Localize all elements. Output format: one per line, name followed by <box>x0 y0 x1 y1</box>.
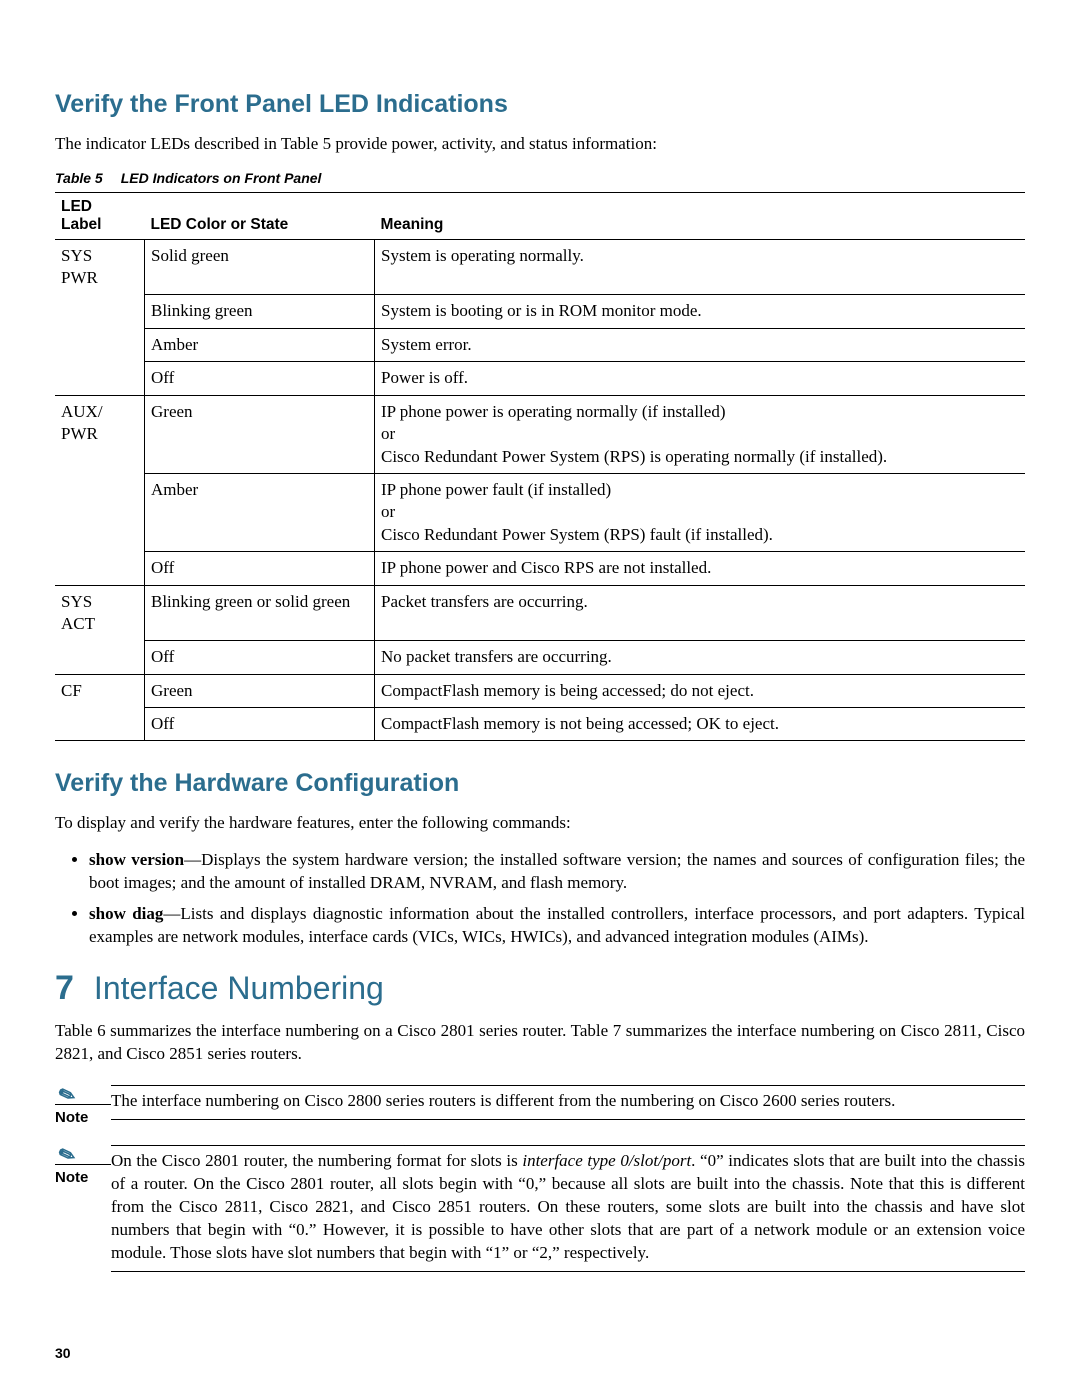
note-label-1: ✎ Note <box>55 1080 111 1126</box>
pencil-icon: ✎ <box>56 1130 115 1168</box>
section-number: 7 <box>55 969 74 1007</box>
table-row: OffPower is off. <box>55 362 1025 395</box>
table-row: AmberIP phone power fault (if installed)… <box>55 473 1025 551</box>
cell-led-state: Green <box>145 674 375 707</box>
table-row: SYSPWRSolid greenSystem is operating nor… <box>55 239 1025 294</box>
cell-led-meaning: IP phone power is operating normally (if… <box>375 395 1026 473</box>
table-row: OffIP phone power and Cisco RPS are not … <box>55 552 1025 585</box>
cell-led-label: SYSACT <box>55 585 145 640</box>
cell-led-meaning: CompactFlash memory is not being accesse… <box>375 707 1026 740</box>
cell-led-state: Amber <box>145 473 375 551</box>
commands-list: show version—Displays the system hardwar… <box>55 849 1025 949</box>
cell-led-meaning: System is booting or is in ROM monitor m… <box>375 295 1026 328</box>
note-block-2: ✎ Note On the Cisco 2801 router, the num… <box>55 1140 1025 1276</box>
th-led-label: LED Label <box>55 192 145 239</box>
cell-led-label <box>55 328 145 361</box>
table-row: OffCompactFlash memory is not being acce… <box>55 707 1025 740</box>
cell-led-label <box>55 641 145 674</box>
note-body-1: The interface numbering on Cisco 2800 se… <box>111 1080 1025 1124</box>
cell-led-label: AUX/PWR <box>55 395 145 473</box>
th-led-state: LED Color or State <box>145 192 375 239</box>
cell-led-state: Solid green <box>145 239 375 294</box>
table-row: AUX/PWRGreenIP phone power is operating … <box>55 395 1025 473</box>
cell-led-label: SYSPWR <box>55 239 145 294</box>
cell-led-meaning: System is operating normally. <box>375 239 1026 294</box>
note-label-2: ✎ Note <box>55 1140 111 1186</box>
table-row: CFGreenCompactFlash memory is being acce… <box>55 674 1025 707</box>
table5-caption-label: Table 5 <box>55 170 103 186</box>
heading-section-7: 7 Interface Numbering <box>55 969 1025 1008</box>
cell-led-state: Off <box>145 641 375 674</box>
cell-led-state: Green <box>145 395 375 473</box>
table5-caption: Table 5 LED Indicators on Front Panel <box>55 170 1025 186</box>
para-hwcfg-intro: To display and verify the hardware featu… <box>55 812 1025 835</box>
list-item: show version—Displays the system hardwar… <box>89 849 1025 895</box>
pencil-icon: ✎ <box>56 1070 115 1108</box>
note-block-1: ✎ Note The interface numbering on Cisco … <box>55 1080 1025 1126</box>
cell-led-state: Off <box>145 707 375 740</box>
heading-verify-hw: Verify the Hardware Configuration <box>55 769 1025 798</box>
cell-led-meaning: Packet transfers are occurring. <box>375 585 1026 640</box>
para-led-intro: The indicator LEDs described in Table 5 … <box>55 133 1025 156</box>
cell-led-label <box>55 707 145 740</box>
cell-led-state: Amber <box>145 328 375 361</box>
heading-verify-leds: Verify the Front Panel LED Indications <box>55 90 1025 119</box>
cell-led-label <box>55 473 145 551</box>
para-ifnum-intro: Table 6 summarizes the interface numberi… <box>55 1020 1025 1066</box>
table-row: OffNo packet transfers are occurring. <box>55 641 1025 674</box>
cell-led-meaning: No packet transfers are occurring. <box>375 641 1026 674</box>
cell-led-state: Off <box>145 552 375 585</box>
cell-led-meaning: IP phone power and Cisco RPS are not ins… <box>375 552 1026 585</box>
cell-led-label <box>55 362 145 395</box>
cell-led-meaning: IP phone power fault (if installed)orCis… <box>375 473 1026 551</box>
cell-led-state: Blinking green or solid green <box>145 585 375 640</box>
section-title: Interface Numbering <box>94 970 384 1006</box>
table-row: AmberSystem error. <box>55 328 1025 361</box>
cell-led-label <box>55 295 145 328</box>
th-led-meaning: Meaning <box>375 192 1026 239</box>
table5-caption-title: LED Indicators on Front Panel <box>121 170 322 186</box>
note-body-2: On the Cisco 2801 router, the numbering … <box>111 1140 1025 1276</box>
table-row: Blinking greenSystem is booting or is in… <box>55 295 1025 328</box>
cell-led-label <box>55 552 145 585</box>
cell-led-label: CF <box>55 674 145 707</box>
cell-led-meaning: CompactFlash memory is being accessed; d… <box>375 674 1026 707</box>
cell-led-meaning: System error. <box>375 328 1026 361</box>
table-row: SYSACTBlinking green or solid greenPacke… <box>55 585 1025 640</box>
list-item: show diag—Lists and displays diagnostic … <box>89 903 1025 949</box>
table-led-indicators: LED Label LED Color or State Meaning SYS… <box>55 192 1025 741</box>
cell-led-state: Off <box>145 362 375 395</box>
cell-led-state: Blinking green <box>145 295 375 328</box>
page-number: 30 <box>55 1345 71 1361</box>
document-page: Verify the Front Panel LED Indications T… <box>0 0 1080 1397</box>
cell-led-meaning: Power is off. <box>375 362 1026 395</box>
